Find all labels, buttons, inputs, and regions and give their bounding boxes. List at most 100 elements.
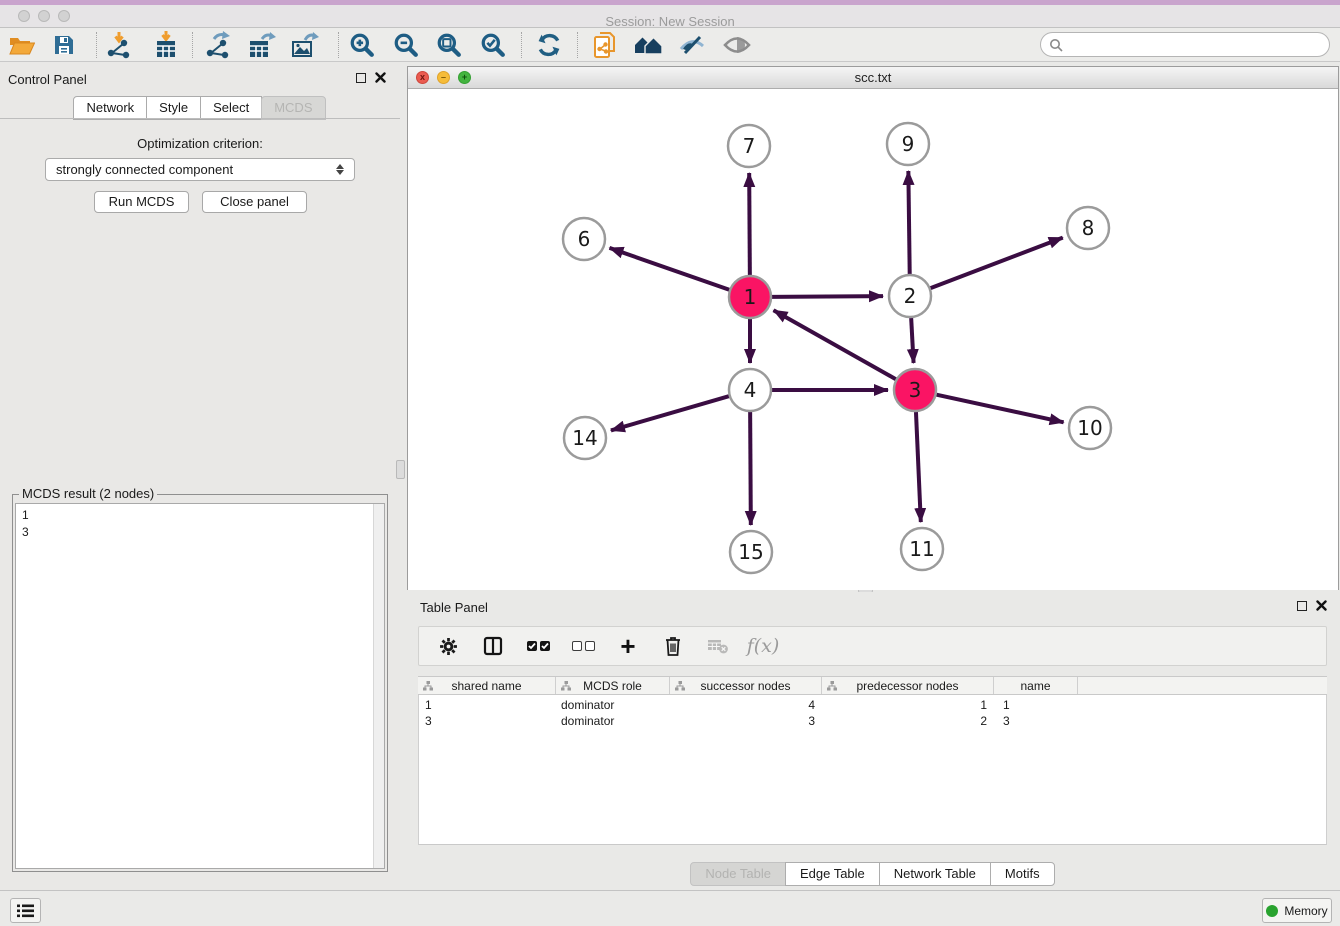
mcds-result-textarea[interactable]: 1 3 [15,503,385,869]
tab-network-table[interactable]: Network Table [879,862,991,886]
tab-motifs[interactable]: Motifs [990,862,1055,886]
table-panel-window-buttons [1297,600,1327,611]
vertical-splitter-handle[interactable] [396,460,405,479]
unchecked-box-icon [585,641,595,651]
export-table-button[interactable] [245,30,279,60]
hide-details-button[interactable] [675,30,709,60]
column-header-label: shared name [451,679,521,693]
select-all-rows-button[interactable] [523,633,553,659]
graph-edge-1-7[interactable] [749,173,750,275]
import-table-button[interactable] [149,30,183,60]
graph-node-label: 15 [738,540,763,564]
cell-predecessor-nodes: 2 [823,714,987,728]
column-header-successor-nodes[interactable]: successor nodes [670,677,822,694]
search-icon [1049,38,1063,52]
zoom-selected-button[interactable] [476,30,510,60]
graph-node-3[interactable]: 3 [894,369,936,411]
graph-edge-4-14[interactable] [611,396,729,430]
open-session-button[interactable] [5,30,39,60]
graph-node-2[interactable]: 2 [889,275,931,317]
home-button[interactable] [631,30,665,60]
graph-edge-3-10[interactable] [936,395,1063,423]
refresh-layout-button[interactable] [532,30,566,60]
close-panel-icon[interactable] [1316,600,1327,611]
main-toolbar [0,28,1340,62]
zoom-selected-icon [480,32,506,58]
cyndex-button[interactable] [588,30,622,60]
column-header-predecessor-nodes[interactable]: predecessor nodes [822,677,994,694]
graph-edge-1-6[interactable] [609,248,729,290]
tab-network[interactable]: Network [73,96,147,120]
mcds-result-scrollbar[interactable] [373,504,384,868]
save-floppy-icon [53,34,75,56]
float-panel-icon[interactable] [356,73,366,83]
graph-node-10[interactable]: 10 [1069,407,1111,449]
graph-node-label: 11 [909,537,934,561]
tab-edge-table[interactable]: Edge Table [785,862,880,886]
open-folder-icon [9,34,35,56]
float-panel-icon[interactable] [1297,601,1307,611]
import-network-button[interactable] [102,30,136,60]
export-network-button[interactable] [201,30,235,60]
graph-edge-2-9[interactable] [908,171,909,274]
tab-node-table[interactable]: Node Table [690,862,786,886]
network-window-titlebar[interactable]: x – + scc.txt [408,67,1338,89]
export-image-button[interactable] [288,30,322,60]
close-panel-button[interactable]: Close panel [202,191,307,213]
tab-style[interactable]: Style [146,96,201,120]
graph-node-9[interactable]: 9 [887,123,929,165]
save-session-button[interactable] [47,30,81,60]
add-column-button[interactable]: + [613,633,643,659]
graph-node-label: 10 [1077,416,1102,440]
graph-node-7[interactable]: 7 [728,125,770,167]
graph-edge-2-8[interactable] [931,238,1063,289]
tab-select[interactable]: Select [200,96,262,120]
graph-node-15[interactable]: 15 [730,531,772,573]
column-header-mcds-role[interactable]: MCDS role [556,677,670,694]
table-row[interactable]: 1 dominator 4 1 1 [419,697,1326,713]
network-canvas[interactable]: 1 2 3 4 6 7 8 9 10 11 14 15 [408,89,1338,590]
mcds-result-title: MCDS result (2 nodes) [19,486,157,501]
table-row[interactable]: 3 dominator 3 2 3 [419,713,1326,729]
delete-table-button[interactable] [703,633,733,659]
graph-node-1[interactable]: 1 [729,276,771,318]
graph-edge-2-3[interactable] [911,318,913,363]
graph-node-14[interactable]: 14 [564,417,606,459]
memory-button[interactable]: Memory [1262,898,1332,923]
search-field[interactable] [1040,32,1330,57]
graph-node-11[interactable]: 11 [901,528,943,570]
graph-node-label: 3 [909,378,922,402]
function-builder-button[interactable]: f(x) [748,633,778,659]
criterion-select[interactable]: strongly connected component [45,158,355,181]
graph-node-8[interactable]: 8 [1067,207,1109,249]
graph-node-4[interactable]: 4 [729,369,771,411]
tab-mcds[interactable]: MCDS [261,96,325,120]
graph-edge-1-2[interactable] [772,296,883,297]
zoom-in-button[interactable] [345,30,379,60]
table-panel-tabs: Node Table Edge Table Network Table Moti… [406,862,1340,886]
list-icon [17,904,34,918]
search-input[interactable] [1068,37,1329,53]
graph-node-6[interactable]: 6 [563,218,605,260]
column-header-name[interactable]: name [994,677,1078,694]
show-details-button[interactable] [720,30,754,60]
table-settings-button[interactable] [433,633,463,659]
zoom-fit-button[interactable] [432,30,466,60]
network-graph[interactable]: 1 2 3 4 6 7 8 9 10 11 14 15 [408,89,1338,590]
zoom-out-button[interactable] [389,30,423,60]
column-header-shared-name[interactable]: shared name [418,677,556,694]
close-panel-icon[interactable] [375,72,386,83]
deselect-all-rows-button[interactable] [568,633,598,659]
cell-successor-nodes: 4 [671,698,815,712]
graph-edge-3-1[interactable] [774,310,896,379]
task-history-button[interactable] [10,898,41,923]
graph-node-label: 8 [1082,216,1095,240]
graph-edge-4-15[interactable] [750,412,751,525]
show-column-panel-button[interactable] [478,633,508,659]
network-view-window: x – + scc.txt 1 2 3 4 6 7 8 9 10 11 14 15 [407,66,1339,590]
toolbar-separator [577,32,578,58]
graph-edge-3-11[interactable] [916,412,921,522]
memory-status-icon [1266,905,1278,917]
delete-column-button[interactable] [658,633,688,659]
run-mcds-button[interactable]: Run MCDS [94,191,189,213]
